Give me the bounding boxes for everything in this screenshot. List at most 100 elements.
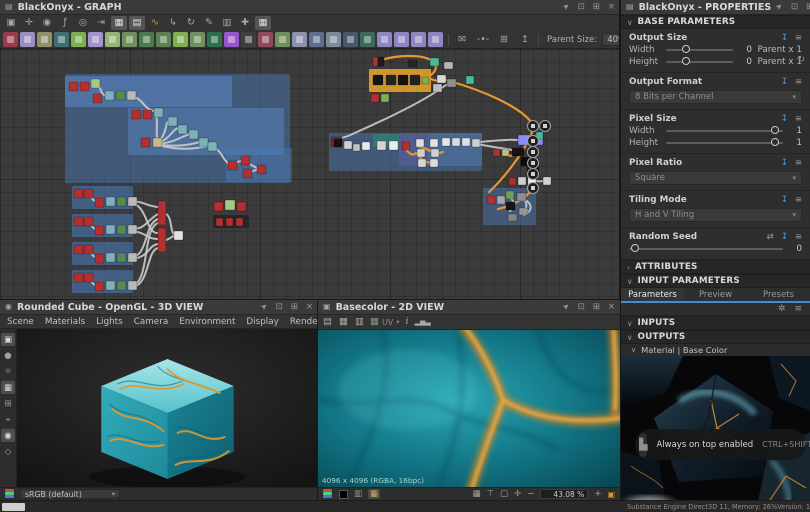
graph-node[interactable]	[228, 161, 237, 170]
graph-node[interactable]	[116, 91, 125, 100]
output-preview-image[interactable]: ▙ Always on top enabled CTRL+SHIFT+A	[621, 356, 810, 500]
expose-icon[interactable]: ↧	[781, 195, 788, 205]
image-icon[interactable]: ▥	[219, 16, 235, 30]
node-normal[interactable]	[207, 32, 222, 47]
dot-link-icon[interactable]: -•-	[475, 33, 491, 47]
gear-icon[interactable]: ✲	[778, 304, 786, 314]
graph-output-glyph[interactable]	[531, 186, 535, 190]
graph-node[interactable]	[517, 193, 526, 201]
graph-node[interactable]	[80, 82, 89, 91]
close-icon[interactable]: ×	[306, 303, 313, 312]
rotate-icon[interactable]: ↻	[183, 16, 199, 30]
graph-node[interactable]	[389, 141, 398, 150]
graph-node[interactable]	[502, 149, 509, 156]
zoom-level-input[interactable]: 43.08 %	[540, 489, 588, 499]
graph-node[interactable]	[199, 138, 208, 147]
graph-node[interactable]	[117, 197, 126, 206]
tab-parameters[interactable]: Parameters	[621, 288, 684, 301]
node-svg[interactable]	[411, 32, 426, 47]
pixel-ratio-dropdown[interactable]: Square▾	[629, 171, 802, 185]
grid-snap-icon[interactable]: ▦	[255, 16, 271, 30]
pin-icon[interactable]: ➤	[774, 2, 784, 12]
pan-icon[interactable]: ✛	[21, 16, 37, 30]
graph-node[interactable]	[178, 125, 187, 134]
ruler-icon[interactable]: ⊤	[487, 489, 494, 499]
info-icon[interactable]: i	[406, 317, 409, 327]
graph-node[interactable]	[95, 198, 104, 207]
graph-node[interactable]	[128, 281, 137, 290]
graph-node[interactable]	[168, 117, 177, 126]
expose-icon[interactable]: ↧	[781, 158, 788, 168]
menu-lights[interactable]: Lights	[96, 317, 123, 327]
graph-node[interactable]	[127, 91, 136, 100]
panel-view-icon[interactable]: ▤	[129, 16, 145, 30]
graph-node[interactable]	[398, 75, 408, 85]
section-inputs[interactable]: ∨ INPUTS	[621, 316, 810, 330]
menu-icon[interactable]: ≡	[795, 158, 802, 168]
expose-icon[interactable]: ↧	[781, 33, 788, 43]
menu-icon[interactable]: ≡	[795, 195, 802, 205]
menu-icon[interactable]: ≡	[795, 232, 802, 242]
color-display-icon[interactable]: ▦	[368, 489, 380, 499]
pixel-width-value[interactable]: 1	[790, 126, 802, 136]
sync-size-icon[interactable]: ↻	[797, 55, 805, 65]
pin-icon[interactable]: ➤	[561, 302, 571, 312]
graph-node[interactable]	[84, 217, 93, 226]
graph-wire[interactable]	[332, 85, 446, 141]
graph-node[interactable]	[214, 202, 223, 211]
node-pin[interactable]	[343, 32, 358, 47]
graph-node[interactable]	[377, 141, 386, 150]
graph-node[interactable]	[378, 57, 384, 66]
graph-node[interactable]	[154, 108, 163, 117]
maximize-icon[interactable]: ⊞	[593, 303, 600, 312]
pin-icon[interactable]: ➤	[561, 2, 571, 12]
graph-node[interactable]	[84, 245, 93, 254]
expose-icon[interactable]: ↧	[781, 77, 788, 87]
graph-node[interactable]	[373, 75, 383, 85]
menu-environment[interactable]: Environment	[179, 317, 235, 327]
node-pixel-processor[interactable]	[394, 32, 409, 47]
section-attributes[interactable]: › ATTRIBUTES	[621, 260, 810, 274]
graph-node[interactable]	[362, 142, 370, 150]
graph-node[interactable]	[519, 208, 528, 215]
graph-wire-exposed[interactable]	[449, 81, 532, 123]
graph-node[interactable]	[416, 139, 424, 147]
graph-node[interactable]	[117, 225, 126, 234]
graph-node[interactable]	[93, 94, 102, 103]
graph-node[interactable]	[128, 197, 137, 206]
graph-node[interactable]	[408, 60, 417, 67]
output-width-slider[interactable]	[666, 49, 733, 51]
menu-icon[interactable]: ≡	[795, 77, 802, 87]
graph-node[interactable]	[452, 138, 460, 146]
graph-wire[interactable]	[166, 214, 174, 234]
material-link-icon[interactable]: ∿	[147, 16, 163, 30]
graph-output-glyph[interactable]	[543, 124, 547, 128]
image-display-icon[interactable]: ▦	[1, 381, 15, 394]
graph-node[interactable]	[106, 281, 115, 290]
float-window-icon[interactable]: ⊡	[791, 3, 798, 12]
channels-icon[interactable]	[323, 489, 333, 499]
menu-display[interactable]: Display	[246, 317, 278, 327]
graph-wire-exposed[interactable]	[378, 56, 431, 61]
graph-node[interactable]	[466, 76, 474, 84]
graph-node[interactable]	[95, 254, 104, 263]
graph-node[interactable]	[237, 202, 246, 211]
graph-node[interactable]	[509, 178, 516, 185]
graph-node[interactable]	[430, 58, 439, 66]
graph-node[interactable]	[431, 149, 439, 157]
float-window-icon[interactable]: ⊡	[578, 303, 585, 312]
menu-icon[interactable]: ≡	[795, 114, 802, 124]
comment-icon[interactable]: ✉	[454, 33, 470, 47]
graph-node[interactable]	[74, 245, 83, 254]
graph-canvas[interactable]	[0, 49, 620, 300]
uv-overlay-dropdown[interactable]: ▦ UV ▾	[370, 317, 400, 327]
graph-node[interactable]	[518, 177, 526, 185]
camera-icon[interactable]: ▣	[1, 333, 15, 346]
node-levels[interactable]	[190, 32, 205, 47]
environment-icon[interactable]: ☼	[1, 365, 15, 378]
node-blur[interactable]	[37, 32, 52, 47]
axis-icon[interactable]: ⌖	[1, 413, 15, 426]
graph-node[interactable]	[74, 217, 83, 226]
graph-node[interactable]	[462, 138, 470, 146]
lock-icon[interactable]: ▣	[607, 490, 615, 499]
